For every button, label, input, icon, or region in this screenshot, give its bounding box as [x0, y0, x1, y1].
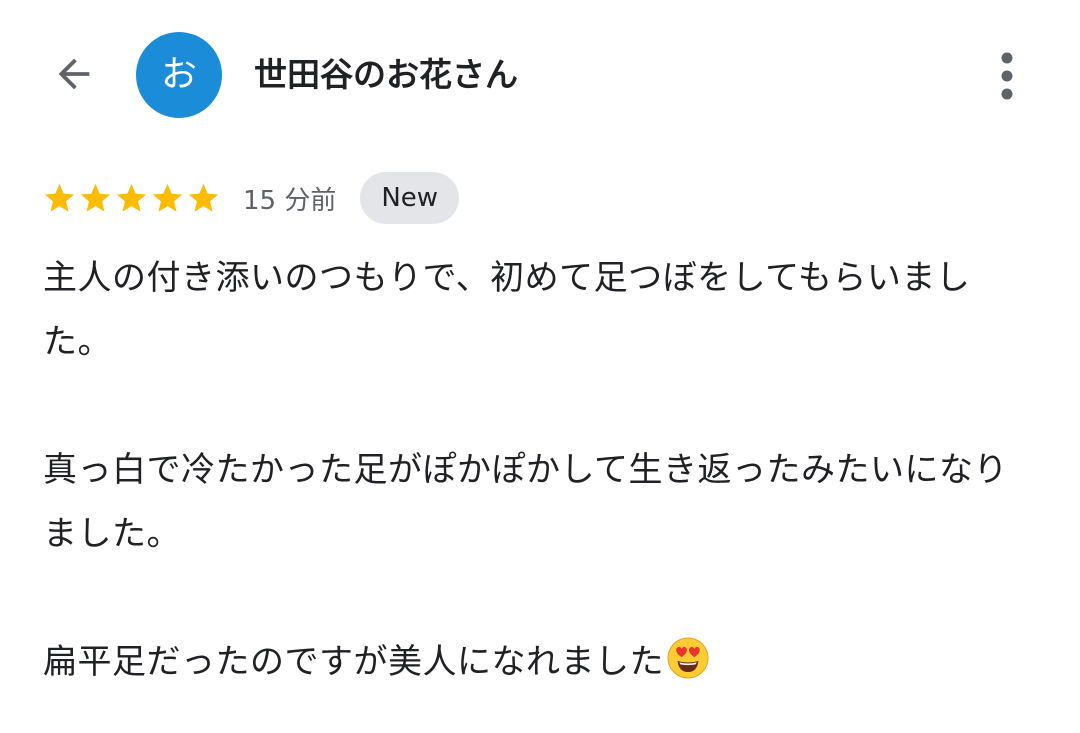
- star-icon: [152, 183, 183, 212]
- avatar[interactable]: お: [136, 32, 222, 118]
- review-header: お 世田谷のお花さん: [0, 0, 1080, 150]
- star-rating: [42, 181, 222, 216]
- avatar-letter: お: [160, 54, 197, 95]
- smiling-face-with-heart-eyes-icon: [667, 637, 709, 679]
- review-meta: 15 分前 New: [42, 172, 460, 224]
- review-time: 15 分前: [243, 185, 337, 216]
- reviewer-name[interactable]: 世田谷のお花さん: [254, 50, 518, 100]
- star-icon: [44, 183, 75, 212]
- review-paragraph: 主人の付き添いのつもりで、初めて足つぼをしてもらいました。: [43, 258, 971, 362]
- star-icon: [188, 183, 219, 212]
- review-text: 主人の付き添いのつもりで、初めて足つぼをしてもらいました。 真っ白で冷たかった足…: [43, 246, 1013, 694]
- more-options-button[interactable]: [982, 48, 1032, 104]
- review-paragraph: 真っ白で冷たかった足がぽかぽかして生き返ったみたいになりました。: [43, 450, 1008, 554]
- review-paragraph-text: 扁平足だったのですが美人になれました: [43, 642, 664, 682]
- star-icon: [116, 183, 147, 212]
- more-vert-icon: [1001, 52, 1013, 100]
- star-icon: [80, 183, 111, 212]
- back-button[interactable]: [44, 44, 104, 104]
- review-paragraph: 扁平足だったのですが美人になれました: [43, 630, 1013, 694]
- new-badge: New: [360, 172, 460, 224]
- arrow-back-icon: [58, 58, 90, 90]
